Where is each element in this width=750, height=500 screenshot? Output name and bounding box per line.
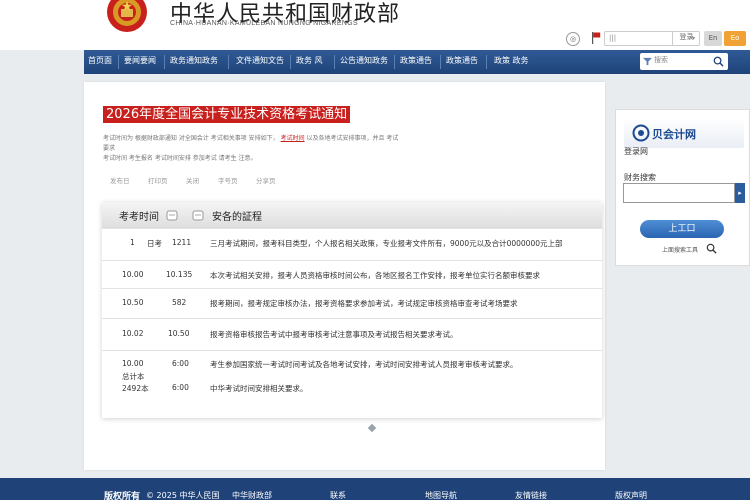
document-icon — [166, 210, 178, 221]
nav-item-affairs[interactable]: 政务通知政务 — [170, 50, 218, 74]
table-row: 1 日考 1211 三月考试期间，报考科目类型，个人报名相关政策，专业报考文件所… — [102, 228, 602, 256]
nav-divider — [290, 55, 291, 69]
nav-item-policy-affairs[interactable]: 政策 政务 — [494, 50, 529, 74]
article-panel: 2026年度全国会计专业技术资格考试通知 考试时间为 根据财政部通知 对全国会计… — [84, 82, 605, 470]
footer-link-sitemap[interactable]: 地图导航 — [425, 490, 457, 500]
site-subtitle: CHINA·HUANAN·KAMULEBAN NUNGNG NIGARENGS — [170, 20, 358, 27]
top-toolbar: ◎ ||| ▾ 登录 En Eo — [560, 30, 750, 48]
logo-icon — [632, 124, 650, 142]
site-header: 中华人民共和国财政部 CHINA·HUANAN·KAMULEBAN NUNGNG… — [0, 0, 750, 50]
footer-link-contact[interactable]: 联系 — [330, 490, 346, 500]
cell-description: 考生参加国家统一考试时间考试及各地考试安排，考试时间安排考试人员报考审核考试要求… — [210, 360, 518, 369]
national-emblem-icon — [107, 0, 147, 32]
cell-start: 10.50 — [122, 298, 144, 307]
nav-divider — [334, 55, 335, 69]
table-row: 10.50 582 报考期间，报考规定审核办法，报考资格要求参加考试，考试规定审… — [102, 288, 602, 316]
site-footer: 版权所有 © 2025 中华人民国 中华财政部 联系 地图导航 友情链接 版权声… — [0, 478, 750, 500]
footer-copyright: © 2025 中华人民国 — [146, 491, 220, 500]
cell-time: 6:00 — [172, 383, 189, 392]
cell-description: 三月考试期间，报考科目类型，个人报名相关政策，专业报考文件所有，9000元以及合… — [210, 239, 563, 248]
intro-text-2: 考试时间 考生报名 考试时间安排 参加考试 请考生 注意。 — [103, 155, 257, 162]
sidebar-search-input[interactable] — [623, 183, 735, 203]
sidebar-go-button[interactable]: ▸ — [735, 183, 745, 203]
accessibility-icon[interactable]: ◎ — [566, 32, 580, 46]
nav-item-files[interactable]: 文件通知文告 — [236, 50, 284, 74]
language-button[interactable]: En — [704, 31, 722, 46]
meta-share[interactable]: 分享页 — [256, 175, 276, 185]
cell-time: 582 — [172, 298, 187, 307]
cell-start: 10.00 — [122, 270, 144, 279]
nav-divider — [164, 55, 165, 69]
top-select-value: ||| — [609, 34, 617, 42]
cell-time: 6:00 — [172, 359, 189, 368]
sidebar-search-link[interactable]: 上面搜索工具 — [662, 245, 698, 254]
cell-time: 1211 — [172, 238, 192, 247]
sidebar-search-label: 财务搜索 — [624, 173, 656, 182]
footer-link-links[interactable]: 友情链接 — [515, 490, 547, 500]
cell-total-label: 总计本 — [122, 372, 145, 381]
cell-time: 10.135 — [166, 270, 193, 279]
page-title: 2026年度全国会计专业技术资格考试通知 — [103, 106, 351, 123]
sidebar-logo-text: 贝会计网 — [652, 128, 696, 141]
cell-start: 10.00 — [122, 359, 144, 368]
table-row: 10.00 6:00 考生参加国家统一考试时间考试及各地考试安排，考试时间安排考… — [102, 350, 602, 402]
table-header: 考考时间 安各的証程 — [102, 202, 602, 228]
nav-divider — [486, 55, 487, 69]
nav-divider — [394, 55, 395, 69]
sidebar-submit-button[interactable]: 上工口 — [640, 220, 724, 238]
footer-link-copyright[interactable]: 版权声明 — [615, 490, 647, 500]
meta-print[interactable]: 打印页 — [148, 175, 168, 185]
nav-item-news[interactable]: 要闻要闻 — [124, 50, 156, 74]
cell-start: 10.02 — [122, 329, 144, 338]
meta-date: 发布日 — [110, 177, 130, 185]
cell-description: 中华考试时间安排相关要求。 — [210, 384, 308, 393]
table-row: 10.02 10.50 报考资格审核报告考试中报考审核考试注意事项及考试报告相关… — [102, 318, 602, 346]
cell-description: 报考期间，报考规定审核办法，报考资格要求参加考试，考试规定审核资格审查考试考场要… — [210, 299, 518, 308]
intro-text: 考试时间为 根据财政部通知 对全国会计 考试相关事项 安排如下， — [103, 135, 279, 142]
nav-item-notices[interactable]: 公告通知政务 — [340, 50, 388, 74]
meta-close[interactable]: 关闭 — [186, 175, 199, 185]
filter-icon — [643, 57, 652, 66]
cell-description: 报考资格审核报告考试中报考审核考试注意事项及考试报告相关要求考试。 — [210, 330, 458, 339]
column-header-procedure: 安各的証程 — [212, 212, 262, 223]
footer-org: 中华财政部 — [232, 491, 272, 500]
sidebar-login-label: 登录网 — [624, 147, 648, 156]
cell-total-value: 2492本 — [122, 384, 149, 393]
search-placeholder: 搜索 — [654, 56, 668, 64]
nav-divider — [118, 55, 119, 69]
search-box[interactable]: 搜索 — [640, 53, 728, 70]
cell-description: 本次考试相关安排，报考人员资格审核时间公布，各地区报名工作安排，报考单位实行名额… — [210, 271, 540, 280]
column-header-time: 考考时间 — [119, 212, 159, 223]
cell-time: 10.50 — [168, 329, 190, 338]
nav-item-policy[interactable]: 政策通告 — [400, 50, 432, 74]
main-nav: 首页面 要闻要闻 政务通知政务 文件通知文告 政务 风 公告通知政务 政策通告 … — [84, 50, 750, 74]
login-link[interactable]: 登录 — [672, 31, 700, 46]
article-intro: 考试时间为 根据财政部通知 对全国会计 考试相关事项 安排如下， 考试时间 以及… — [103, 134, 403, 164]
document-icon — [192, 210, 204, 221]
intro-highlight-link[interactable]: 考试时间 — [281, 135, 305, 142]
login-sidebar: 贝会计网 登录网 财务搜索 ▸ 上工口 上面搜索工具 — [615, 109, 750, 266]
meta-fontsize[interactable]: 字号页 — [218, 175, 238, 185]
footer-copyright-label: 版权所有 — [104, 492, 141, 500]
nav-item-home[interactable]: 首页面 — [88, 50, 112, 74]
table-row: 10.00 10.135 本次考试相关安排，报考人员资格审核时间公布，各地区报名… — [102, 260, 602, 288]
nav-divider — [440, 55, 441, 69]
cell-index: 1 — [130, 238, 135, 247]
flag-icon — [592, 32, 601, 44]
exam-schedule-table: 考考时间 安各的証程 1 日考 1211 三月考试期间，报考科目类型，个人报名相… — [102, 202, 602, 418]
nav-divider — [228, 55, 229, 69]
cell-type: 日考 — [147, 239, 162, 248]
search-icon[interactable] — [713, 56, 724, 67]
sidebar-logo: 贝会计网 — [624, 118, 744, 148]
accessibility-button[interactable]: Eo — [724, 31, 746, 46]
nav-item-wind[interactable]: 政务 风 — [296, 50, 323, 74]
search-icon[interactable] — [706, 243, 717, 254]
nav-item-policy-2[interactable]: 政策通告 — [446, 50, 478, 74]
